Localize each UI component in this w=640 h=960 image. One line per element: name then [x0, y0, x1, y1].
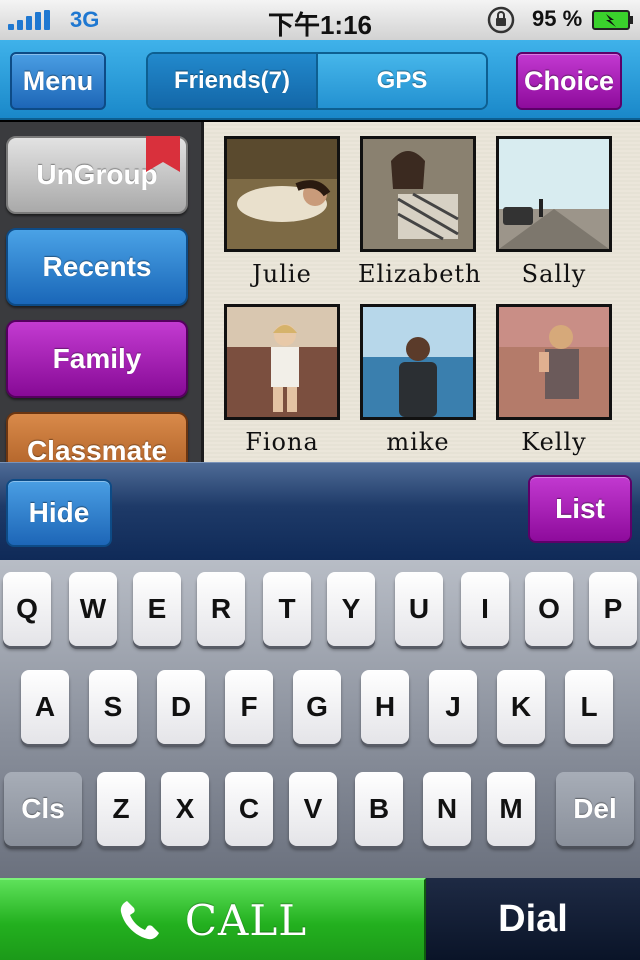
- key[interactable]: C: [225, 772, 273, 846]
- keyboard: Q W E R T Y U I O P A S D F G H J K L Cl…: [0, 560, 640, 878]
- key[interactable]: Y: [327, 572, 375, 646]
- key[interactable]: N: [423, 772, 471, 846]
- friend-card[interactable]: Sally: [494, 136, 614, 288]
- avatar: [360, 136, 476, 252]
- group-sidebar: UnGroup Recents Family Classmate: [0, 122, 204, 462]
- clear-key[interactable]: Cls: [4, 772, 82, 846]
- tab-friends[interactable]: Friends(7): [148, 54, 318, 108]
- friends-grid: Julie Elizabeth Sally Fiona mike Kelly: [204, 122, 640, 462]
- key[interactable]: B: [355, 772, 403, 846]
- key[interactable]: T: [263, 572, 311, 646]
- hide-button[interactable]: Hide: [6, 479, 112, 547]
- key[interactable]: Q: [3, 572, 51, 646]
- delete-key[interactable]: Del: [556, 772, 634, 846]
- dial-button[interactable]: Dial: [426, 878, 640, 960]
- segmented-control: Friends(7) GPS: [146, 52, 488, 110]
- key[interactable]: S: [89, 670, 137, 744]
- key[interactable]: U: [395, 572, 443, 646]
- key[interactable]: G: [293, 670, 341, 744]
- key[interactable]: F: [225, 670, 273, 744]
- avatar: [224, 136, 340, 252]
- battery-percent: 95 %: [532, 6, 583, 31]
- menu-button[interactable]: Menu: [10, 52, 106, 110]
- friend-name: Julie: [252, 260, 312, 288]
- friend-name: Fiona: [245, 428, 319, 456]
- friend-name: Elizabeth: [358, 260, 482, 288]
- group-classmate-button[interactable]: Classmate: [6, 412, 188, 462]
- nav-bar: Menu Friends(7) GPS Choice: [0, 40, 640, 120]
- friend-name: Sally: [521, 260, 587, 288]
- key[interactable]: K: [497, 670, 545, 744]
- key[interactable]: J: [429, 670, 477, 744]
- group-label: Recents: [42, 251, 152, 282]
- avatar: [224, 304, 340, 420]
- key[interactable]: L: [565, 670, 613, 744]
- key[interactable]: D: [157, 670, 205, 744]
- friend-name: Kelly: [521, 428, 587, 456]
- avatar: [496, 136, 612, 252]
- group-recents-button[interactable]: Recents: [6, 228, 188, 306]
- key[interactable]: X: [161, 772, 209, 846]
- key[interactable]: E: [133, 572, 181, 646]
- friend-card[interactable]: Fiona: [222, 304, 342, 456]
- group-label: Family: [52, 343, 142, 374]
- key[interactable]: O: [525, 572, 573, 646]
- choice-button[interactable]: Choice: [516, 52, 622, 110]
- group-family-button[interactable]: Family: [6, 320, 188, 398]
- friend-card[interactable]: mike: [358, 304, 478, 456]
- group-ungroup-button[interactable]: UnGroup: [6, 136, 188, 214]
- tab-gps[interactable]: GPS: [318, 54, 486, 108]
- list-button[interactable]: List: [528, 475, 632, 543]
- key[interactable]: W: [69, 572, 117, 646]
- friend-card[interactable]: Julie: [222, 136, 342, 288]
- key[interactable]: R: [197, 572, 245, 646]
- key[interactable]: A: [21, 670, 69, 744]
- friend-card[interactable]: Elizabeth: [358, 136, 482, 288]
- phone-icon: [120, 901, 159, 940]
- battery-charging-icon: [592, 10, 633, 30]
- orientation-lock-icon: [487, 6, 515, 34]
- call-button[interactable]: CALL: [0, 878, 426, 960]
- key[interactable]: I: [461, 572, 509, 646]
- group-label: UnGroup: [36, 159, 158, 190]
- key[interactable]: P: [589, 572, 637, 646]
- friend-card[interactable]: Kelly: [494, 304, 614, 456]
- friend-name: mike: [386, 428, 450, 456]
- key[interactable]: M: [487, 772, 535, 846]
- group-label: Classmate: [26, 435, 168, 462]
- action-bar: Hide List: [0, 462, 640, 560]
- avatar: [496, 304, 612, 420]
- call-label: CALL: [184, 895, 308, 945]
- status-bar: 3G 下午1:16 95 %: [0, 0, 640, 40]
- bookmark-icon: [146, 136, 180, 172]
- key[interactable]: H: [361, 670, 409, 744]
- avatar: [360, 304, 476, 420]
- key[interactable]: Z: [97, 772, 145, 846]
- key[interactable]: V: [289, 772, 337, 846]
